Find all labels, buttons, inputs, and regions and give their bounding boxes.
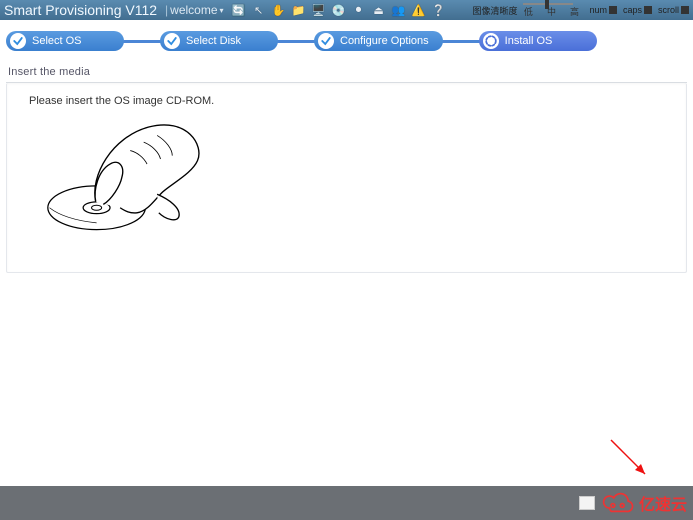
step-label: Install OS (505, 35, 553, 47)
step-label: Select Disk (186, 35, 241, 47)
cloud-logo-icon (601, 491, 635, 515)
quality-high: 高 (570, 5, 579, 18)
eject-icon[interactable]: ⏏ (372, 3, 386, 17)
step-install-os[interactable]: Install OS (479, 31, 597, 51)
check-icon (10, 33, 26, 49)
step-label: Configure Options (340, 35, 429, 47)
check-icon (318, 33, 334, 49)
toolbar-icons: 🔄 ↖ ✋ 📁 🖥️ 💿 ⏺ ⏏ 👥 ⚠️ ❔ (232, 3, 446, 17)
cd-insert-illustration (31, 115, 672, 250)
led-icon (609, 6, 617, 14)
step-connector (120, 40, 164, 43)
check-icon (164, 33, 180, 49)
cursor-icon[interactable]: ↖ (252, 3, 266, 17)
main-panel: Insert the media Please insert the OS im… (6, 62, 687, 273)
watermark: 亿速云 (601, 491, 687, 515)
welcome-label: welcome (170, 3, 217, 17)
welcome-menu[interactable]: welcome ▾ (170, 3, 223, 17)
panel-body: Please insert the OS image CD-ROM. (6, 83, 687, 273)
app-title: Smart Provisioning V112 (0, 2, 163, 18)
step-select-disk[interactable]: Select Disk (160, 31, 278, 51)
indicator-num: num (589, 5, 617, 15)
quality-low: 低 (524, 5, 533, 18)
warning-icon[interactable]: ⚠️ (412, 3, 426, 17)
indicator-scroll: scroll (658, 5, 689, 15)
users-icon[interactable]: 👥 (392, 3, 406, 17)
wizard-steps: Select OS Select Disk Configure Options (0, 20, 693, 54)
divider: | (165, 3, 168, 17)
hand-icon[interactable]: ✋ (272, 3, 286, 17)
step-connector (274, 40, 318, 43)
indicator-caps: caps (623, 5, 652, 15)
refresh-icon[interactable]: 🔄 (232, 3, 246, 17)
quality-label: 图像清晰度 (472, 4, 517, 17)
step-label: Select OS (32, 35, 82, 47)
led-icon (644, 6, 652, 14)
footer-bar: 亿速云 (0, 486, 693, 520)
slider-thumb[interactable] (545, 0, 549, 9)
status-area: 图像清晰度 低 中 高 num caps scroll (468, 0, 689, 20)
footer-checkbox[interactable] (579, 496, 595, 510)
screens-icon[interactable]: 🖥️ (312, 3, 326, 17)
instruction-text: Please insert the OS image CD-ROM. (29, 95, 672, 107)
step-configure-options[interactable]: Configure Options (314, 31, 443, 51)
led-icon (681, 6, 689, 14)
step-select-os[interactable]: Select OS (6, 31, 124, 51)
annotation-arrow-icon (605, 434, 655, 484)
slider-track[interactable] (523, 3, 573, 5)
chevron-down-icon: ▾ (220, 6, 224, 15)
disc-icon[interactable]: 💿 (332, 3, 346, 17)
watermark-text: 亿速云 (639, 491, 687, 515)
quality-slider[interactable]: 低 中 高 (523, 3, 579, 18)
help-icon[interactable]: ❔ (432, 3, 446, 17)
step-connector (439, 40, 483, 43)
panel-title: Insert the media (6, 62, 687, 83)
progress-icon (483, 33, 499, 49)
title-bar: Smart Provisioning V112 | welcome ▾ 🔄 ↖ … (0, 0, 693, 20)
record-icon[interactable]: ⏺ (352, 3, 366, 17)
folder-icon[interactable]: 📁 (292, 3, 306, 17)
